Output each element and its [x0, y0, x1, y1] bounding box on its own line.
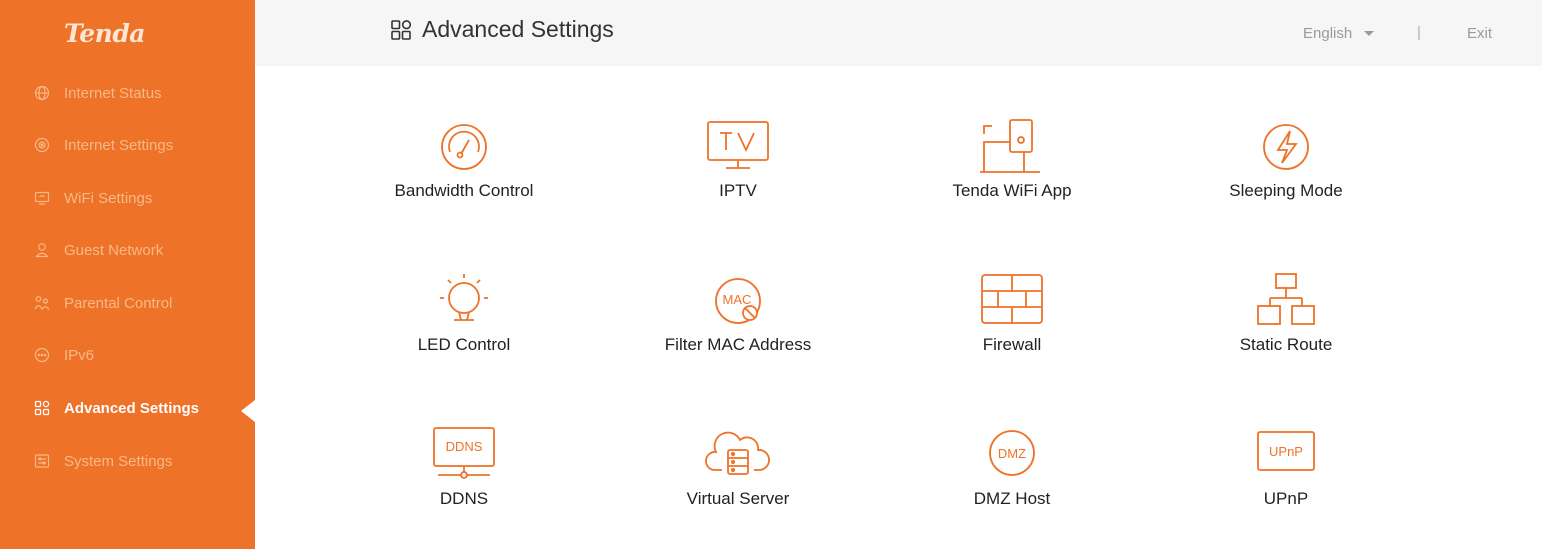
sidebar-item-label: Internet Settings	[64, 136, 174, 154]
sidebar-item-system-settings[interactable]: System Settings	[34, 446, 172, 476]
svg-text:DDNS: DDNS	[446, 439, 483, 454]
guest-icon	[34, 242, 50, 258]
wifi-app-icon	[976, 118, 1048, 176]
firewall-tile[interactable]: Firewall	[892, 272, 1132, 382]
tile-label: Tenda WiFi App	[952, 181, 1072, 200]
cloud-server-icon	[702, 426, 774, 484]
header-separator: |	[1417, 24, 1421, 41]
advanced-icon	[34, 400, 50, 416]
tile-label: Firewall	[982, 335, 1042, 354]
tile-label: Sleeping Mode	[1229, 181, 1343, 200]
language-label: English	[1303, 25, 1353, 42]
sleeping-mode-tile[interactable]: Sleeping Mode	[1166, 118, 1406, 228]
tv-icon	[702, 118, 774, 176]
ddns-icon: DDNS	[428, 426, 500, 484]
tenda-logo: Tenda	[64, 19, 146, 48]
svg-text:MAC: MAC	[723, 292, 752, 307]
svg-text:DMZ: DMZ	[998, 446, 1026, 461]
tenda-wifi-app-tile[interactable]: Tenda WiFi App	[892, 118, 1132, 228]
firewall-icon	[976, 272, 1048, 330]
sidebar-item-label: Advanced Settings	[64, 399, 200, 417]
page-title: Advanced Settings	[390, 16, 614, 43]
network-tree-icon	[1250, 272, 1322, 330]
filter-mac-address-tile[interactable]: MAC Filter MAC Address	[618, 272, 858, 382]
dmz-host-tile[interactable]: DMZ DMZ Host	[892, 426, 1132, 536]
tile-label: Virtual Server	[686, 489, 790, 508]
upnp-tile[interactable]: UPnP UPnP	[1166, 426, 1406, 536]
sidebar-item-label: WiFi Settings	[64, 189, 153, 207]
sidebar-item-advanced-settings[interactable]: Advanced Settings	[34, 393, 199, 423]
mac-filter-icon: MAC	[702, 272, 774, 330]
globe-icon	[34, 85, 50, 101]
tile-label: UPnP	[1263, 489, 1309, 508]
wifi-settings-icon	[34, 190, 50, 206]
language-select[interactable]: English	[1303, 25, 1375, 42]
static-route-tile[interactable]: Static Route	[1166, 272, 1406, 382]
ddns-tile[interactable]: DDNS DDNS	[344, 426, 584, 536]
lightning-icon	[1250, 118, 1322, 176]
tile-label: DMZ Host	[973, 489, 1051, 508]
ipv6-icon	[34, 347, 50, 363]
sidebar-item-label: Parental Control	[64, 294, 173, 312]
sidebar: Tenda Internet Status Internet Settings …	[0, 0, 255, 549]
system-icon	[34, 453, 50, 469]
tile-label: DDNS	[439, 489, 489, 508]
led-control-tile[interactable]: LED Control	[344, 272, 584, 382]
dmz-icon: DMZ	[976, 426, 1048, 484]
sidebar-item-label: System Settings	[64, 452, 173, 470]
bandwidth-control-tile[interactable]: Bandwidth Control	[344, 118, 584, 228]
page-title-text: Advanced Settings	[422, 16, 614, 42]
sidebar-item-label: IPv6	[64, 346, 95, 364]
sidebar-item-guest-network[interactable]: Guest Network	[34, 235, 163, 265]
tile-label: LED Control	[417, 335, 511, 354]
sidebar-item-internet-settings[interactable]: Internet Settings	[34, 130, 173, 160]
tile-label: IPTV	[719, 181, 757, 200]
iptv-tile[interactable]: IPTV	[618, 118, 858, 228]
active-indicator	[241, 400, 255, 422]
virtual-server-tile[interactable]: Virtual Server	[618, 426, 858, 536]
sidebar-item-parental-control[interactable]: Parental Control	[34, 288, 172, 318]
parental-icon	[34, 295, 50, 311]
tile-label: Bandwidth Control	[394, 181, 534, 200]
sidebar-item-label: Internet Status	[64, 84, 162, 102]
tile-label: Static Route	[1239, 335, 1333, 354]
svg-text:UPnP: UPnP	[1269, 444, 1303, 459]
bulb-icon	[428, 272, 500, 330]
internet-settings-icon	[34, 137, 50, 153]
tile-label: Filter MAC Address	[664, 335, 812, 354]
advanced-settings-icon	[391, 19, 412, 40]
sidebar-item-wifi-settings[interactable]: WiFi Settings	[34, 183, 152, 213]
upnp-icon: UPnP	[1250, 426, 1322, 484]
speedometer-icon	[428, 118, 500, 176]
exit-link[interactable]: Exit	[1467, 25, 1492, 42]
sidebar-item-label: Guest Network	[64, 241, 164, 259]
sidebar-item-internet-status[interactable]: Internet Status	[34, 78, 162, 108]
sidebar-item-ipv6[interactable]: IPv6	[34, 340, 94, 370]
chevron-down-icon	[1364, 31, 1375, 36]
